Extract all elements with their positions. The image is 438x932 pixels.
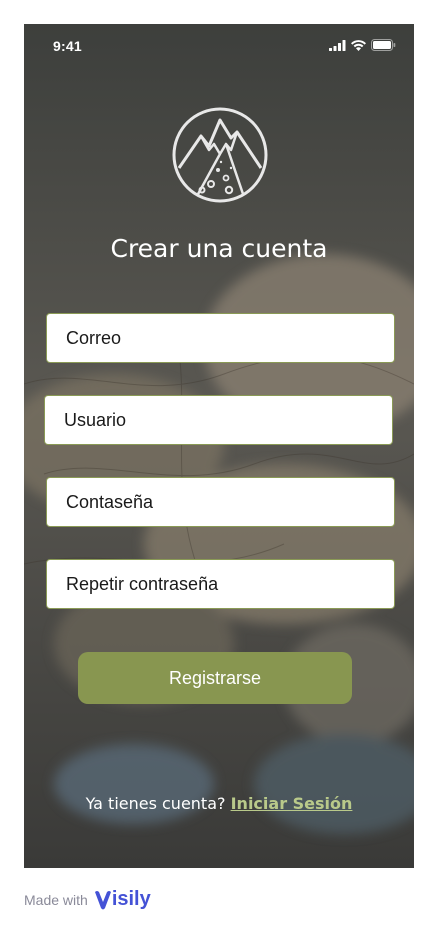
confirm-password-field[interactable]: Repetir contraseña (46, 559, 395, 609)
status-bar: 9:41 (24, 24, 414, 68)
login-prompt: Ya tienes cuenta? Iniciar Sesión (24, 794, 414, 813)
visily-logo: isily (94, 888, 151, 911)
page-title: Crear una cuenta (110, 234, 328, 263)
battery-icon (371, 39, 396, 51)
made-with-badge[interactable]: Made with isily (24, 888, 151, 911)
login-link[interactable]: Iniciar Sesión (231, 794, 353, 813)
wifi-icon (351, 39, 366, 51)
made-with-label: Made with (24, 891, 88, 908)
app-screen: 9:41 Crear una cuenta Correo Usuario Con… (24, 24, 414, 868)
password-field[interactable]: Contaseña (46, 477, 395, 527)
signal-icon (329, 39, 346, 51)
status-icons (329, 39, 396, 51)
login-prompt-text: Ya tienes cuenta? (85, 794, 226, 813)
mountain-logo-icon (172, 107, 268, 203)
status-time: 9:41 (53, 38, 82, 54)
visily-wordmark: isily (111, 888, 151, 910)
username-field[interactable]: Usuario (44, 395, 393, 445)
register-button[interactable]: Registrarse (78, 652, 352, 704)
email-field[interactable]: Correo (46, 313, 395, 363)
visily-v-icon (94, 890, 111, 909)
